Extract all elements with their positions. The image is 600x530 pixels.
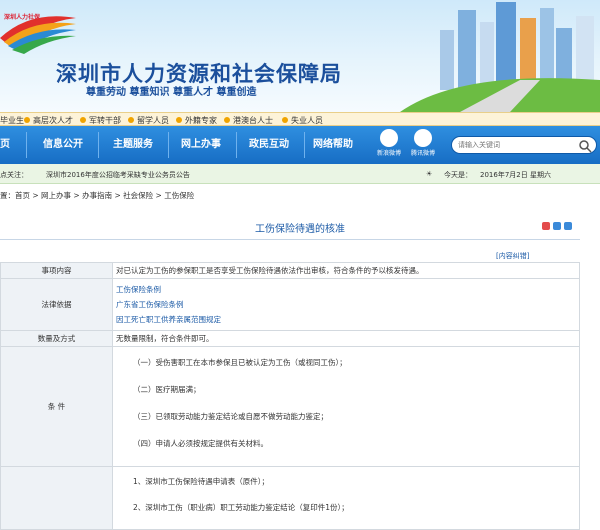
notice-link[interactable]: 深圳市2016年度公招临考采缺专业公务员公告 [46,170,190,180]
city-skyline-icon [400,2,600,112]
audience-item-unemployed[interactable]: 失业人员 [291,115,323,126]
tencent-weibo-icon [414,129,432,147]
notice-label: 点关注： [0,171,28,179]
row-label: 事项内容 [0,262,113,279]
page-title: 工伤保险待遇的核准 [255,224,345,235]
table-row: 数量及方式 无数量限制，符合条件即可。 [0,330,580,347]
search-icon[interactable] [578,139,592,153]
law-link[interactable]: 工伤保险条例 [116,282,576,297]
audience-item-hkmo[interactable]: 港澳台人士 [233,115,273,126]
weather-icon: ☀ [426,170,433,178]
law-link[interactable]: 因工死亡职工供养亲属范围规定 [116,312,576,327]
search-input[interactable] [458,139,568,151]
table-row: 1、深圳市工伤保险待遇申请表（原件）； 2、深圳市工伤（职业病）职工劳动能力鉴定… [0,466,580,530]
content-correction-link[interactable]: [内容纠错] [496,251,529,261]
bullet-icon [224,117,230,123]
nav-divider [98,132,99,158]
audience-item-talent[interactable]: 高层次人才 [33,115,73,126]
nav-item-interact[interactable]: 政民互动 [238,126,300,164]
row-value: 对已认定为工伤的参保职工是否享受工伤保险待遇依法作出审核，符合条件的予以核发待遇… [112,262,580,279]
bullet-icon [282,117,288,123]
main-nav: 页 信息公开 主题服务 网上办事 政民互动 网络帮助 新浪微博 腾讯微博 [0,126,600,164]
row-value: 工伤保险条例 广东省工伤保险条例 因工死亡职工供养亲属范围规定 [112,278,580,331]
row-value: 1、深圳市工伤保险待遇申请表（原件）； 2、深圳市工伤（职业病）职工劳动能力鉴定… [112,466,580,530]
condition-item: （三）已领取劳动能力鉴定结论或自愿不做劳动能力鉴定； [133,412,328,421]
row-label: 条 件 [0,346,113,467]
row-value: 无数量限制，符合条件即可。 [112,330,580,347]
table-row: 条 件 （一）受伤害职工在本市参保且已被认定为工伤（或视同工伤）； （二）医疗期… [0,346,580,467]
page-tools [542,222,575,232]
nav-item-service[interactable]: 主题服务 [102,126,164,164]
audience-item-foreign[interactable]: 外籍专家 [185,115,217,126]
row-label [0,466,113,530]
detail-table: 事项内容 对已认定为工伤的参保职工是否享受工伤保险待遇依法作出审核，符合条件的予… [0,262,580,530]
logo-text: 深圳人力社保 [4,14,41,21]
law-link[interactable]: 广东省工伤保险条例 [116,297,576,312]
today-date: 2016年7月2日 星期六 [480,171,551,179]
font-decrease-icon[interactable] [553,222,561,230]
material-item: 1、深圳市工伤保险待遇申请表（原件）； [133,477,270,486]
bullet-icon [128,117,134,123]
row-label: 数量及方式 [0,330,113,347]
breadcrumb[interactable]: 置：首页 > 网上办事 > 办事指南 > 社会保险 > 工伤保险 [0,190,194,201]
nav-item-home[interactable]: 页 [0,126,10,164]
material-item: 2、深圳市工伤（职业病）职工劳动能力鉴定结论（复印件1份）； [133,503,349,512]
site-slogan: 尊重劳动 尊重知识 尊重人才 尊重创造 [86,87,257,98]
tencent-weibo-link[interactable]: 腾讯微博 [408,129,438,157]
sina-weibo-icon [380,129,398,147]
search-box [451,136,597,154]
sina-weibo-label: 新浪微博 [376,150,401,157]
today-label: 今天是： [444,171,472,179]
condition-item: （四）申请人必须按规定提供有关材料。 [133,439,268,448]
condition-item: （一）受伤害职工在本市参保且已被认定为工伤（或视同工伤）； [133,358,347,367]
title-divider [0,239,580,240]
audience-item-army[interactable]: 军转干部 [89,115,121,126]
nav-divider [236,132,237,158]
nav-divider [168,132,169,158]
nav-item-help[interactable]: 网络帮助 [302,126,364,164]
header-banner: 深圳人力社保 深圳市人力资源和社会保障局 尊重劳动 尊重知识 尊重人才 尊重创造 [0,0,600,112]
print-icon[interactable] [542,222,550,230]
font-increase-icon[interactable] [564,222,572,230]
audience-item-overseas[interactable]: 留学人员 [137,115,169,126]
nav-divider [26,132,27,158]
bullet-icon [24,117,30,123]
nav-item-online[interactable]: 网上办事 [170,126,232,164]
nav-item-info[interactable]: 信息公开 [32,126,94,164]
tencent-weibo-label: 腾讯微博 [410,150,435,157]
table-row: 法律依据 工伤保险条例 广东省工伤保险条例 因工死亡职工供养亲属范围规定 [0,278,580,331]
row-label: 法律依据 [0,278,113,331]
audience-bar: 毕业生 高层次人才 军转干部 留学人员 外籍专家 港澳台人士 失业人员 [0,112,600,126]
audience-item-grad[interactable]: 毕业生 [0,115,24,126]
row-value: （一）受伤害职工在本市参保且已被认定为工伤（或视同工伤）； （二）医疗期届满； … [112,346,580,467]
condition-item: （二）医疗期届满； [133,385,201,394]
table-row: 事项内容 对已认定为工伤的参保职工是否享受工伤保险待遇依法作出审核，符合条件的予… [0,262,580,279]
notice-bar: 点关注： 深圳市2016年度公招临考采缺专业公务员公告 ☀ 今天是： 2016年… [0,164,600,184]
sina-weibo-link[interactable]: 新浪微博 [374,129,404,157]
bullet-icon [176,117,182,123]
bullet-icon [80,117,86,123]
